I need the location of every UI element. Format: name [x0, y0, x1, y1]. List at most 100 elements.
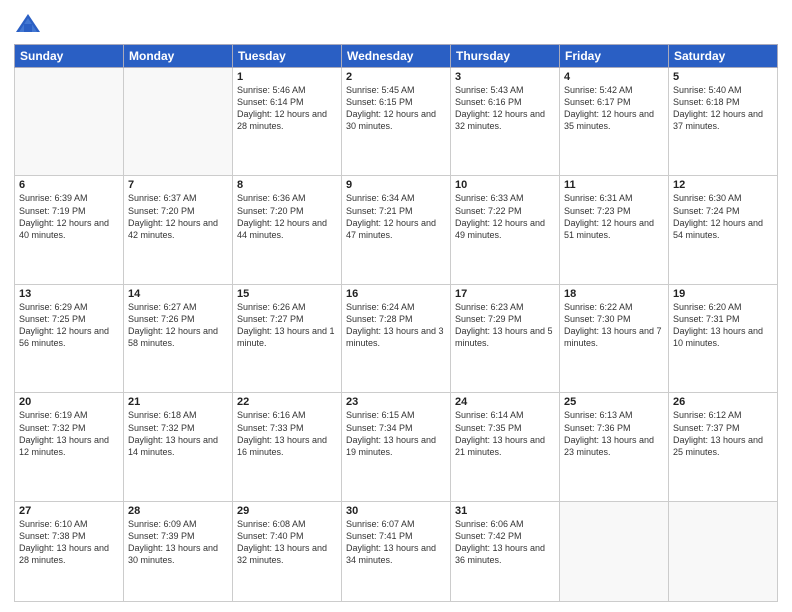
day-info: Sunrise: 6:33 AM Sunset: 7:22 PM Dayligh… [455, 192, 555, 241]
day-number: 11 [564, 179, 664, 191]
day-cell: 26Sunrise: 6:12 AM Sunset: 7:37 PM Dayli… [669, 393, 778, 501]
day-info: Sunrise: 5:43 AM Sunset: 6:16 PM Dayligh… [455, 84, 555, 133]
day-number: 12 [673, 179, 773, 191]
day-number: 10 [455, 179, 555, 191]
day-info: Sunrise: 6:30 AM Sunset: 7:24 PM Dayligh… [673, 192, 773, 241]
day-cell: 8Sunrise: 6:36 AM Sunset: 7:20 PM Daylig… [233, 176, 342, 284]
day-number: 26 [673, 396, 773, 408]
day-cell [669, 501, 778, 601]
day-info: Sunrise: 6:37 AM Sunset: 7:20 PM Dayligh… [128, 192, 228, 241]
day-cell [560, 501, 669, 601]
day-cell: 20Sunrise: 6:19 AM Sunset: 7:32 PM Dayli… [15, 393, 124, 501]
day-info: Sunrise: 5:46 AM Sunset: 6:14 PM Dayligh… [237, 84, 337, 133]
day-cell: 31Sunrise: 6:06 AM Sunset: 7:42 PM Dayli… [451, 501, 560, 601]
col-header-monday: Monday [124, 45, 233, 68]
week-row-1: 1Sunrise: 5:46 AM Sunset: 6:14 PM Daylig… [15, 68, 778, 176]
day-number: 23 [346, 396, 446, 408]
day-info: Sunrise: 6:13 AM Sunset: 7:36 PM Dayligh… [564, 409, 664, 458]
day-info: Sunrise: 6:18 AM Sunset: 7:32 PM Dayligh… [128, 409, 228, 458]
day-number: 4 [564, 71, 664, 83]
col-header-saturday: Saturday [669, 45, 778, 68]
day-info: Sunrise: 6:19 AM Sunset: 7:32 PM Dayligh… [19, 409, 119, 458]
day-cell: 2Sunrise: 5:45 AM Sunset: 6:15 PM Daylig… [342, 68, 451, 176]
day-number: 24 [455, 396, 555, 408]
day-info: Sunrise: 6:16 AM Sunset: 7:33 PM Dayligh… [237, 409, 337, 458]
day-number: 21 [128, 396, 228, 408]
day-cell: 18Sunrise: 6:22 AM Sunset: 7:30 PM Dayli… [560, 284, 669, 392]
day-info: Sunrise: 6:26 AM Sunset: 7:27 PM Dayligh… [237, 301, 337, 350]
day-number: 25 [564, 396, 664, 408]
day-info: Sunrise: 6:15 AM Sunset: 7:34 PM Dayligh… [346, 409, 446, 458]
day-cell: 9Sunrise: 6:34 AM Sunset: 7:21 PM Daylig… [342, 176, 451, 284]
day-cell: 23Sunrise: 6:15 AM Sunset: 7:34 PM Dayli… [342, 393, 451, 501]
day-cell: 17Sunrise: 6:23 AM Sunset: 7:29 PM Dayli… [451, 284, 560, 392]
day-number: 31 [455, 505, 555, 517]
day-info: Sunrise: 6:31 AM Sunset: 7:23 PM Dayligh… [564, 192, 664, 241]
col-header-tuesday: Tuesday [233, 45, 342, 68]
logo [14, 10, 46, 38]
day-cell: 30Sunrise: 6:07 AM Sunset: 7:41 PM Dayli… [342, 501, 451, 601]
day-number: 14 [128, 288, 228, 300]
day-number: 28 [128, 505, 228, 517]
day-info: Sunrise: 6:29 AM Sunset: 7:25 PM Dayligh… [19, 301, 119, 350]
day-info: Sunrise: 6:08 AM Sunset: 7:40 PM Dayligh… [237, 518, 337, 567]
day-info: Sunrise: 6:06 AM Sunset: 7:42 PM Dayligh… [455, 518, 555, 567]
day-info: Sunrise: 6:36 AM Sunset: 7:20 PM Dayligh… [237, 192, 337, 241]
day-cell: 29Sunrise: 6:08 AM Sunset: 7:40 PM Dayli… [233, 501, 342, 601]
day-info: Sunrise: 6:27 AM Sunset: 7:26 PM Dayligh… [128, 301, 228, 350]
day-cell: 5Sunrise: 5:40 AM Sunset: 6:18 PM Daylig… [669, 68, 778, 176]
day-cell: 27Sunrise: 6:10 AM Sunset: 7:38 PM Dayli… [15, 501, 124, 601]
day-cell: 22Sunrise: 6:16 AM Sunset: 7:33 PM Dayli… [233, 393, 342, 501]
day-cell: 24Sunrise: 6:14 AM Sunset: 7:35 PM Dayli… [451, 393, 560, 501]
day-cell: 6Sunrise: 6:39 AM Sunset: 7:19 PM Daylig… [15, 176, 124, 284]
day-cell: 7Sunrise: 6:37 AM Sunset: 7:20 PM Daylig… [124, 176, 233, 284]
day-cell: 12Sunrise: 6:30 AM Sunset: 7:24 PM Dayli… [669, 176, 778, 284]
day-info: Sunrise: 6:23 AM Sunset: 7:29 PM Dayligh… [455, 301, 555, 350]
day-info: Sunrise: 6:39 AM Sunset: 7:19 PM Dayligh… [19, 192, 119, 241]
day-info: Sunrise: 5:40 AM Sunset: 6:18 PM Dayligh… [673, 84, 773, 133]
day-info: Sunrise: 6:07 AM Sunset: 7:41 PM Dayligh… [346, 518, 446, 567]
page: SundayMondayTuesdayWednesdayThursdayFrid… [0, 0, 792, 612]
day-cell: 25Sunrise: 6:13 AM Sunset: 7:36 PM Dayli… [560, 393, 669, 501]
day-cell: 13Sunrise: 6:29 AM Sunset: 7:25 PM Dayli… [15, 284, 124, 392]
day-number: 20 [19, 396, 119, 408]
week-row-2: 6Sunrise: 6:39 AM Sunset: 7:19 PM Daylig… [15, 176, 778, 284]
day-info: Sunrise: 6:34 AM Sunset: 7:21 PM Dayligh… [346, 192, 446, 241]
day-cell: 28Sunrise: 6:09 AM Sunset: 7:39 PM Dayli… [124, 501, 233, 601]
day-number: 15 [237, 288, 337, 300]
day-cell: 3Sunrise: 5:43 AM Sunset: 6:16 PM Daylig… [451, 68, 560, 176]
day-number: 29 [237, 505, 337, 517]
week-row-4: 20Sunrise: 6:19 AM Sunset: 7:32 PM Dayli… [15, 393, 778, 501]
day-number: 8 [237, 179, 337, 191]
day-number: 30 [346, 505, 446, 517]
day-info: Sunrise: 5:42 AM Sunset: 6:17 PM Dayligh… [564, 84, 664, 133]
day-number: 5 [673, 71, 773, 83]
calendar-table: SundayMondayTuesdayWednesdayThursdayFrid… [14, 44, 778, 602]
week-row-5: 27Sunrise: 6:10 AM Sunset: 7:38 PM Dayli… [15, 501, 778, 601]
col-header-friday: Friday [560, 45, 669, 68]
day-number: 16 [346, 288, 446, 300]
day-cell: 19Sunrise: 6:20 AM Sunset: 7:31 PM Dayli… [669, 284, 778, 392]
day-cell: 15Sunrise: 6:26 AM Sunset: 7:27 PM Dayli… [233, 284, 342, 392]
logo-icon [14, 10, 42, 38]
col-header-thursday: Thursday [451, 45, 560, 68]
day-number: 17 [455, 288, 555, 300]
day-info: Sunrise: 6:12 AM Sunset: 7:37 PM Dayligh… [673, 409, 773, 458]
week-row-3: 13Sunrise: 6:29 AM Sunset: 7:25 PM Dayli… [15, 284, 778, 392]
day-info: Sunrise: 6:20 AM Sunset: 7:31 PM Dayligh… [673, 301, 773, 350]
day-cell: 4Sunrise: 5:42 AM Sunset: 6:17 PM Daylig… [560, 68, 669, 176]
day-number: 2 [346, 71, 446, 83]
col-header-sunday: Sunday [15, 45, 124, 68]
day-number: 1 [237, 71, 337, 83]
day-cell: 16Sunrise: 6:24 AM Sunset: 7:28 PM Dayli… [342, 284, 451, 392]
day-number: 9 [346, 179, 446, 191]
header [14, 10, 778, 38]
header-row: SundayMondayTuesdayWednesdayThursdayFrid… [15, 45, 778, 68]
day-info: Sunrise: 6:24 AM Sunset: 7:28 PM Dayligh… [346, 301, 446, 350]
day-cell: 14Sunrise: 6:27 AM Sunset: 7:26 PM Dayli… [124, 284, 233, 392]
day-cell: 10Sunrise: 6:33 AM Sunset: 7:22 PM Dayli… [451, 176, 560, 284]
day-number: 22 [237, 396, 337, 408]
day-info: Sunrise: 6:22 AM Sunset: 7:30 PM Dayligh… [564, 301, 664, 350]
col-header-wednesday: Wednesday [342, 45, 451, 68]
day-cell [15, 68, 124, 176]
